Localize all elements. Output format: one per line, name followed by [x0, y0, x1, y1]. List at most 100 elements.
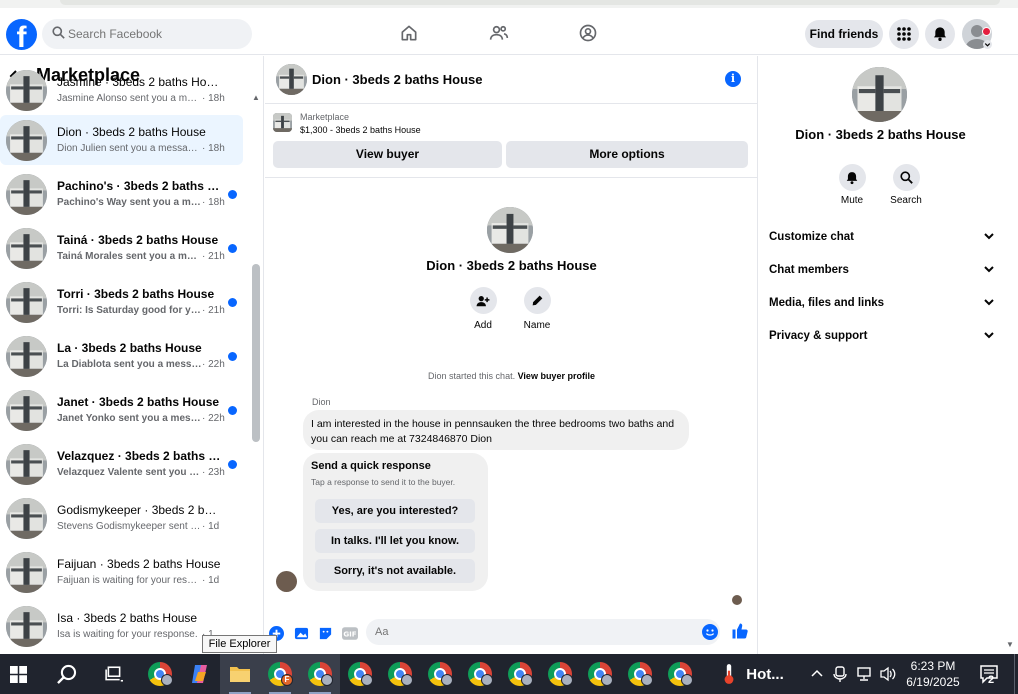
- system-clock[interactable]: 6:23 PM 6/19/2025: [900, 658, 966, 690]
- sticker-icon[interactable]: [318, 626, 333, 641]
- conversation-preview: Torri: Is Saturday good for you: [57, 305, 202, 316]
- chat-members-section[interactable]: Chat members: [769, 258, 995, 282]
- task-view-button[interactable]: [94, 654, 134, 694]
- scroll-up-arrow-icon[interactable]: ▲: [252, 93, 260, 102]
- groups-icon[interactable]: [578, 23, 598, 43]
- conversation-row[interactable]: Godismykeeper · 3beds 2 baths House Steve…: [0, 493, 243, 543]
- more-options-button[interactable]: More options: [506, 141, 748, 168]
- chat-title[interactable]: Dion · 3beds 2 baths House: [312, 72, 482, 87]
- photo-icon[interactable]: [294, 626, 309, 641]
- chevron-down-icon[interactable]: [983, 40, 992, 49]
- bell-icon: [934, 27, 946, 41]
- chrome-app[interactable]: F: [260, 654, 300, 694]
- chrome-app[interactable]: [660, 654, 700, 694]
- conversation-preview: Janet Yonko sent you a messa...: [57, 413, 202, 424]
- sidebar-scrollbar[interactable]: [252, 264, 260, 442]
- volume-icon[interactable]: [879, 666, 897, 682]
- message-bubble[interactable]: I am interested in the house in pennsauk…: [303, 410, 689, 450]
- menu-button[interactable]: [889, 19, 919, 49]
- listing-thumbnail: [6, 70, 47, 111]
- chrome-icon: [548, 662, 573, 686]
- listing-photo[interactable]: [276, 64, 307, 95]
- start-button[interactable]: [0, 654, 36, 694]
- search-action[interactable]: Search: [886, 164, 926, 206]
- conversation-row[interactable]: Jasmine · 3beds 2 baths House Jasmine Alo…: [0, 65, 243, 115]
- home-icon[interactable]: [399, 23, 419, 43]
- listing-price-title[interactable]: $1,300 - 3beds 2 baths House: [300, 125, 421, 135]
- chrome-icon: [308, 662, 333, 686]
- sender-avatar[interactable]: [276, 571, 297, 592]
- notifications-button[interactable]: [925, 19, 955, 49]
- conversation-row[interactable]: Tainá · 3beds 2 baths House Tainá Morales…: [0, 223, 243, 273]
- emoji-icon[interactable]: [702, 624, 718, 640]
- unread-dot: [228, 352, 237, 361]
- conversation-row[interactable]: Faijuan · 3beds 2 baths House Faijuan is …: [0, 547, 243, 597]
- chrome-app[interactable]: [420, 654, 460, 694]
- gif-icon[interactable]: GIF: [342, 626, 358, 641]
- quick-response-yes[interactable]: Yes, are you interested?: [315, 499, 475, 523]
- info-icon[interactable]: i: [725, 71, 741, 87]
- media-files-links-section[interactable]: Media, files and links: [769, 291, 995, 315]
- quick-response-in-talks[interactable]: In talks. I'll let you know.: [315, 529, 475, 553]
- conversation-row[interactable]: Torri · 3beds 2 baths House Torri: Is Sat…: [0, 277, 243, 327]
- conversation-time: · 18h: [202, 93, 225, 104]
- mute-action[interactable]: Mute: [832, 164, 872, 206]
- chrome-app[interactable]: [300, 654, 340, 694]
- page-scroll-down-arrow-icon[interactable]: ▼: [1006, 640, 1014, 649]
- privacy-support-section[interactable]: Privacy & support: [769, 324, 995, 348]
- action-center-button[interactable]: 2: [972, 654, 1006, 694]
- conversation-title: Faijuan · 3beds 2 baths House: [57, 557, 221, 571]
- copilot-app[interactable]: [180, 654, 220, 694]
- file-explorer-app[interactable]: [220, 654, 260, 694]
- chrome-app[interactable]: [380, 654, 420, 694]
- meet-now-icon[interactable]: [833, 665, 847, 683]
- view-buyer-profile-link[interactable]: View buyer profile: [518, 371, 595, 381]
- conversation-row[interactable]: Pachino's · 3beds 2 baths House Pachino's…: [0, 169, 243, 219]
- chrome-app[interactable]: [580, 654, 620, 694]
- chrome-app[interactable]: [540, 654, 580, 694]
- add-action[interactable]: Add: [463, 287, 503, 331]
- network-icon[interactable]: [855, 666, 873, 682]
- thumbs-up-icon[interactable]: [731, 622, 749, 640]
- show-desktop-button[interactable]: [1014, 654, 1015, 694]
- conversation-row[interactable]: La · 3beds 2 baths House La Diablota sent…: [0, 331, 243, 381]
- conversation-row[interactable]: Dion · 3beds 2 baths House Dion Julien se…: [0, 115, 243, 165]
- facebook-logo-icon[interactable]: f: [6, 19, 37, 50]
- chevron-up-icon[interactable]: [810, 667, 824, 681]
- mute-label: Mute: [840, 195, 864, 206]
- conversation-preview: Pachino's Way sent you a mes...: [57, 197, 202, 208]
- message-input[interactable]: [366, 619, 720, 645]
- friends-icon[interactable]: [489, 23, 509, 43]
- view-buyer-button[interactable]: View buyer: [273, 141, 502, 168]
- quick-response-not-available[interactable]: Sorry, it's not available.: [315, 559, 475, 583]
- chat-name: Dion · 3beds 2 baths House: [426, 258, 597, 273]
- conversation-preview: Velazquez Valente sent you a ...: [57, 467, 202, 478]
- listing-thumbnail[interactable]: [273, 113, 292, 132]
- chrome-app[interactable]: [340, 654, 380, 694]
- listing-thumbnail: [6, 120, 47, 161]
- chrome-app[interactable]: [140, 654, 180, 694]
- taskbar-search-button[interactable]: [46, 654, 86, 694]
- chrome-icon: [468, 662, 493, 686]
- chrome-app[interactable]: [500, 654, 540, 694]
- bell-icon: [846, 171, 858, 184]
- name-action[interactable]: Name: [517, 287, 557, 331]
- find-friends-button[interactable]: Find friends: [805, 20, 883, 48]
- search-box[interactable]: [42, 19, 252, 49]
- listing-thumbnail: [6, 336, 47, 377]
- search-icon: [56, 664, 76, 684]
- unread-dot: [228, 460, 237, 469]
- conversation-row[interactable]: Velazquez · 3beds 2 baths House Velazquez…: [0, 439, 243, 489]
- chrome-app[interactable]: [620, 654, 660, 694]
- weather-widget[interactable]: Hot...: [718, 654, 788, 694]
- conversation-title: Janet · 3beds 2 baths House: [57, 395, 220, 409]
- chrome-app[interactable]: [460, 654, 500, 694]
- listing-thumbnail: [6, 444, 47, 485]
- conversation-row[interactable]: Janet · 3beds 2 baths House Janet Yonko s…: [0, 385, 243, 435]
- chrome-icon: [588, 662, 613, 686]
- customize-chat-section[interactable]: Customize chat: [769, 225, 995, 249]
- search-input[interactable]: [68, 19, 248, 49]
- clock-time: 6:23 PM: [910, 659, 956, 673]
- message-composer: GIF: [265, 616, 758, 654]
- quick-response-subtitle: Tap a response to send it to the buyer.: [311, 477, 456, 487]
